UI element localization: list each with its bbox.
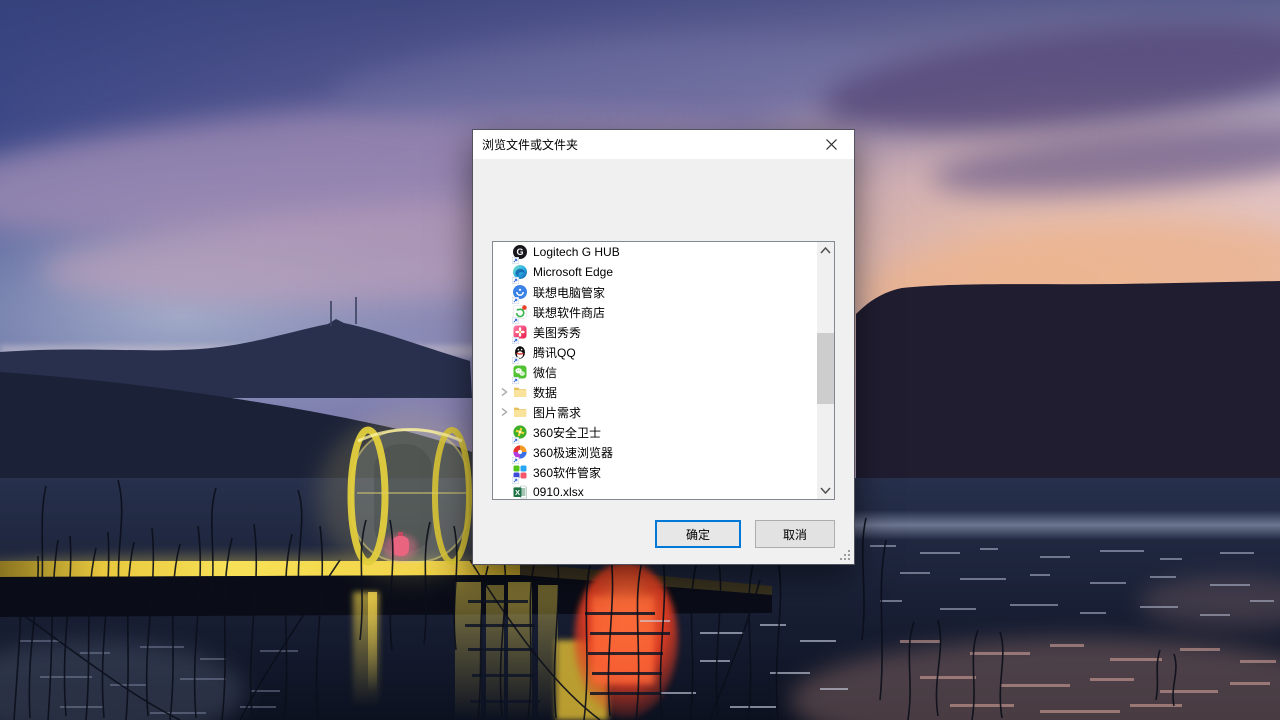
shortcut-arrow-overlay [512, 453, 519, 460]
list-item-label: 腾讯QQ [533, 344, 576, 361]
expander-chevron-icon[interactable] [497, 425, 513, 439]
close-button[interactable] [809, 130, 854, 159]
resize-grip[interactable] [839, 549, 851, 561]
list-item[interactable]: 图片需求 [493, 402, 817, 422]
list-item-label: 360安全卫士 [533, 424, 601, 441]
edge-icon [513, 265, 527, 279]
shortcut-arrow-overlay [512, 293, 519, 300]
list-item-label: 联想软件商店 [533, 304, 605, 321]
list-item[interactable]: 360安全卫士 [493, 422, 817, 442]
mountain-right [856, 281, 1280, 486]
list-item[interactable]: G Logitech G HUB [493, 242, 817, 262]
list-item-label: 360软件管家 [533, 464, 601, 481]
list-item[interactable]: 360软件管家 [493, 462, 817, 482]
chevron-down-icon [820, 487, 831, 494]
file-tree-rows: G Logitech G HUB Microsoft Edge 联想电脑管家 联… [493, 242, 817, 500]
desktop: 浏览文件或文件夹 G Logitech G HUB Microsoft Edge [0, 0, 1280, 720]
list-item[interactable]: X 0910.xlsx [493, 482, 817, 500]
list-item[interactable]: 联想软件商店 [493, 302, 817, 322]
expander-chevron-icon[interactable] [497, 305, 513, 319]
expander-chevron-icon[interactable] [497, 285, 513, 299]
list-item-label: Microsoft Edge [533, 265, 613, 279]
list-item-label: 0910.xlsx [533, 485, 584, 499]
list-item-label: 数据 [533, 384, 557, 401]
meitu-icon [513, 325, 527, 339]
expander-chevron-icon[interactable] [497, 265, 513, 279]
qq-icon [513, 345, 527, 359]
folder-icon [513, 385, 527, 399]
list-item[interactable]: 数据 [493, 382, 817, 402]
list-item-label: 360极速浏览器 [533, 444, 613, 461]
360-browser-icon [513, 445, 527, 459]
expander-chevron-icon[interactable] [497, 405, 513, 419]
scrollbar-up-button[interactable] [817, 242, 834, 259]
chevron-up-icon [820, 247, 831, 254]
360-safe-icon [513, 425, 527, 439]
shortcut-arrow-overlay [512, 273, 519, 280]
expander-chevron-icon[interactable] [497, 465, 513, 479]
close-icon [826, 139, 837, 150]
scrollbar-thumb[interactable] [817, 333, 834, 404]
shortcut-arrow-overlay [512, 373, 519, 380]
expander-chevron-icon[interactable] [497, 245, 513, 259]
shortcut-arrow-overlay [512, 313, 519, 320]
list-item[interactable]: Microsoft Edge [493, 262, 817, 282]
dialog-title-bar[interactable]: 浏览文件或文件夹 [473, 130, 854, 159]
list-item-label: 美图秀秀 [533, 324, 581, 341]
expander-chevron-icon[interactable] [497, 365, 513, 379]
expander-chevron-icon[interactable] [497, 445, 513, 459]
shortcut-arrow-overlay [512, 473, 519, 480]
svg-text:X: X [515, 488, 520, 497]
ok-button[interactable]: 确定 [655, 520, 741, 548]
shortcut-arrow-overlay [512, 253, 519, 260]
logitech-icon: G [513, 245, 527, 259]
expander-chevron-icon[interactable] [497, 385, 513, 399]
scrollbar-down-button[interactable] [817, 482, 834, 499]
list-item[interactable]: 联想电脑管家 [493, 282, 817, 302]
shortcut-arrow-overlay [512, 333, 519, 340]
360-manager-icon [513, 465, 527, 479]
browse-dialog: 浏览文件或文件夹 G Logitech G HUB Microsoft Edge [472, 129, 855, 565]
lenovo-pc-manager-icon [513, 285, 527, 299]
list-item-label: 微信 [533, 364, 557, 381]
cancel-button[interactable]: 取消 [755, 520, 835, 548]
shortcut-arrow-overlay [512, 353, 519, 360]
expander-chevron-icon[interactable] [497, 485, 513, 499]
dialog-title: 浏览文件或文件夹 [473, 136, 809, 153]
list-item[interactable]: 美图秀秀 [493, 322, 817, 342]
shortcut-arrow-overlay [512, 433, 519, 440]
wechat-icon [513, 365, 527, 379]
file-tree-listbox: G Logitech G HUB Microsoft Edge 联想电脑管家 联… [492, 241, 835, 500]
vertical-scrollbar[interactable] [817, 242, 834, 499]
list-item-label: 联想电脑管家 [533, 284, 605, 301]
lenovo-store-icon [513, 305, 527, 319]
list-item[interactable]: 微信 [493, 362, 817, 382]
excel-icon: X [513, 485, 527, 499]
list-item-label: 图片需求 [533, 404, 581, 421]
expander-chevron-icon[interactable] [497, 345, 513, 359]
list-item[interactable]: 腾讯QQ [493, 342, 817, 362]
list-item-label: Logitech G HUB [533, 245, 620, 259]
list-item[interactable]: 360极速浏览器 [493, 442, 817, 462]
expander-chevron-icon[interactable] [497, 325, 513, 339]
folder-icon [513, 405, 527, 419]
